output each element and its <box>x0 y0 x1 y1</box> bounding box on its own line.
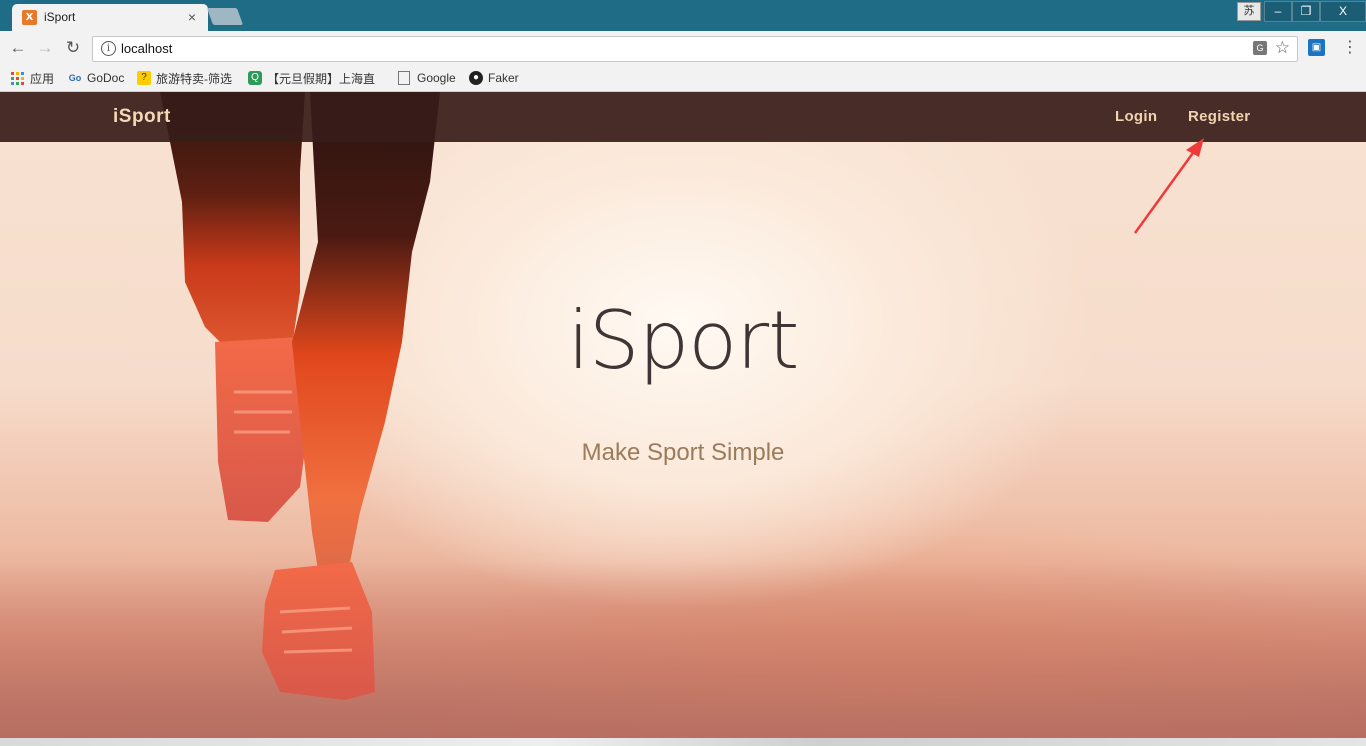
bookmark-label: GoDoc <box>87 71 125 85</box>
bookmark-godoc[interactable]: Go GoDoc <box>68 70 125 86</box>
address-url[interactable]: localhost <box>121 41 172 56</box>
reload-icon[interactable]: ↻ <box>64 39 82 57</box>
extension-icon[interactable]: ▣ <box>1308 39 1325 56</box>
hero-title: iSport <box>567 294 800 387</box>
godoc-icon: Go <box>68 73 82 83</box>
bookmarks-bar: 应用 Go GoDoc ? 旅游特卖-筛选 Q 【元旦假期】上海直 Google… <box>0 66 1366 92</box>
q-icon: Q <box>248 71 262 85</box>
site-favicon-icon: X <box>22 10 37 25</box>
window-controls: – ❐ X <box>1264 0 1366 22</box>
tab-close-icon[interactable]: × <box>188 8 196 26</box>
bookmark-label: 应用 <box>30 71 55 86</box>
bookmark-faker[interactable]: ● Faker <box>469 70 519 86</box>
taskbar-edge <box>0 738 1366 746</box>
github-icon: ● <box>469 71 483 85</box>
page-icon <box>398 71 410 85</box>
bookmark-holiday[interactable]: Q 【元旦假期】上海直 <box>248 70 375 86</box>
browser-menu-icon[interactable]: ⋮ <box>1342 37 1358 59</box>
close-window-button[interactable]: X <box>1320 1 1366 22</box>
bookmark-apps[interactable]: 应用 <box>11 70 54 86</box>
bookmark-label: 旅游特卖-筛选 <box>156 71 232 86</box>
apps-grid-icon <box>11 71 24 85</box>
annotation-arrow-icon <box>1133 138 1204 234</box>
address-bar[interactable]: i localhost G ☆ <box>92 36 1298 62</box>
ime-indicator[interactable]: 苏 <box>1237 2 1261 21</box>
translate-icon[interactable]: G <box>1253 41 1267 55</box>
browser-tab-active[interactable]: X iSport × <box>12 4 208 31</box>
site-info-icon[interactable]: i <box>101 41 116 56</box>
hero-page: iSport Login Register iSport Make Sport … <box>0 92 1366 738</box>
restore-button[interactable]: ❐ <box>1292 1 1320 22</box>
new-tab-button[interactable] <box>206 8 244 25</box>
minimize-button[interactable]: – <box>1264 1 1292 22</box>
bookmark-star-icon[interactable]: ☆ <box>1275 38 1290 58</box>
browser-titlebar: X iSport × 苏 – ❐ X <box>0 0 1366 31</box>
hero-subtitle: Make Sport Simple <box>581 439 785 466</box>
bookmark-label: Google <box>417 71 456 85</box>
bookmark-label: Faker <box>488 71 519 85</box>
bookmark-travel[interactable]: ? 旅游特卖-筛选 <box>137 70 232 86</box>
forward-arrow-icon[interactable]: → <box>36 39 54 57</box>
tab-title: iSport <box>44 10 76 24</box>
back-arrow-icon[interactable]: ← <box>9 39 27 57</box>
travel-icon: ? <box>137 71 151 85</box>
bookmark-label: 【元旦假期】上海直 <box>267 71 376 86</box>
bookmark-google[interactable]: Google <box>398 70 456 86</box>
browser-toolbar: ← → ↻ i localhost G ☆ ▣ ⋮ <box>0 31 1366 66</box>
